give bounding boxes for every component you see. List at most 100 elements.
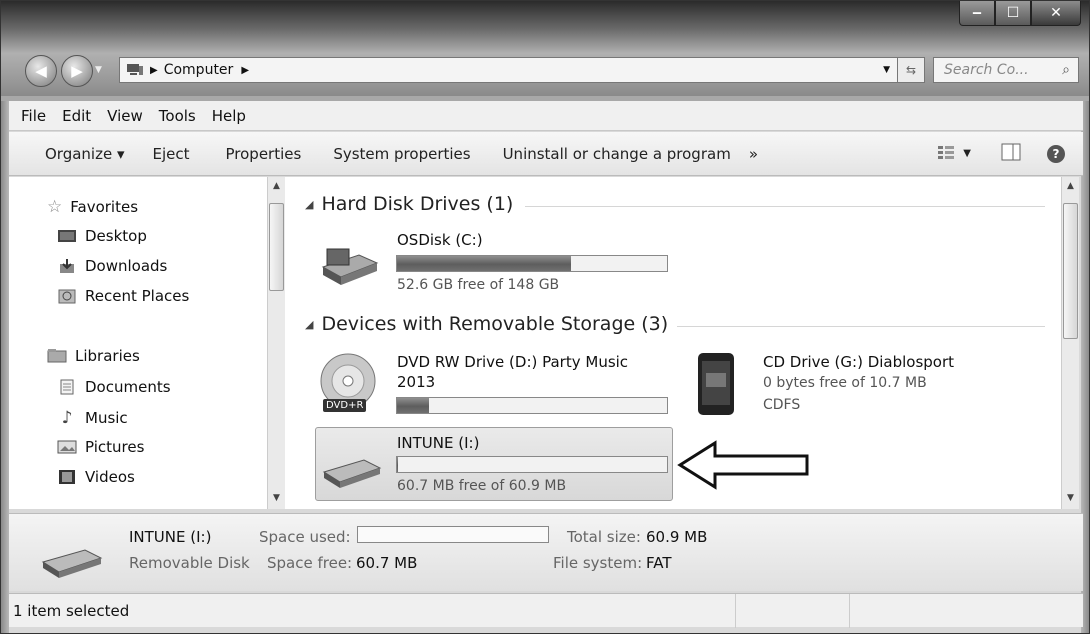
drive-name: DVD RW Drive (D:) Party Music [397,353,629,371]
change-view-button[interactable]: ▼ [937,144,971,164]
sidebar-item-label: Videos [85,468,135,486]
eject-button[interactable]: Eject [137,145,202,163]
scroll-down-arrow-icon[interactable]: ▼ [268,493,285,503]
organize-button[interactable]: Organize ▾ [9,145,137,163]
details-drive-name: INTUNE (I:) [129,528,212,546]
scrollbar-thumb[interactable] [269,203,284,291]
file-system-value: FAT [646,554,672,572]
back-arrow-icon: ◀ [35,62,47,80]
sidebar-item-label: Documents [85,378,171,396]
refresh-button[interactable]: ⇆ [897,57,925,83]
sidebar-item-music[interactable]: ♪ Music [57,408,128,428]
address-dropdown-icon[interactable]: ▼ [883,65,890,75]
content-scrollbar[interactable]: ▲ ▼ [1061,177,1079,509]
drive-cd[interactable]: CD Drive (G:) Diablosport 0 bytes free o… [693,347,1043,421]
removable-drive-icon [39,540,105,584]
menu-edit[interactable]: Edit [62,107,91,125]
recent-places-icon [57,288,77,304]
sidebar-item-desktop[interactable]: Desktop [57,227,147,245]
navigation-pane: ☆ Favorites Desktop Downloads Recent Pla… [9,177,267,509]
annotation-arrow-icon [677,439,813,495]
space-free-label: Space free: [267,554,353,572]
scrollbar-thumb[interactable] [1063,203,1078,339]
preview-pane-button[interactable] [1001,143,1021,165]
maximize-button[interactable]: ☐ [995,1,1031,26]
scroll-down-arrow-icon[interactable]: ▼ [1062,493,1079,503]
status-bar: 1 item selected [9,593,1083,628]
drive-usage-bar [396,456,668,473]
collapse-triangle-icon: ◢ [305,197,314,211]
videos-icon [57,469,77,485]
breadcrumb-chevron-icon[interactable]: ▶ [241,65,249,76]
title-bar: ‒ ☐ ✕ ◀ ▶ ▼ ▶ Computer ▶ ▼ ⇆ Search Co..… [1,1,1089,96]
sidebar-item-videos[interactable]: Videos [57,468,135,486]
drive-usage-fill [397,256,572,271]
drive-osdisk[interactable]: OSDisk (C:) 52.6 GB free of 148 GB [315,225,675,295]
drive-free-space: 52.6 GB free of 148 GB [397,277,560,293]
search-input[interactable]: Search Co... ⌕ [933,57,1079,83]
minimize-button[interactable]: ‒ [959,1,995,26]
address-bar[interactable]: ▶ Computer ▶ ▼ [119,57,925,83]
search-icon: ⌕ [1062,62,1070,78]
menu-view[interactable]: View [107,107,143,125]
file-system-label: File system: [553,554,643,572]
drive-free-space: 60.7 MB free of 60.9 MB [397,478,567,494]
command-bar: Organize ▾ Eject Properties System prope… [9,132,1083,176]
properties-button[interactable]: Properties [202,145,314,163]
help-button[interactable]: ? [1047,144,1065,163]
group-hard-disk-drives[interactable]: ◢ Hard Disk Drives (1) [305,193,513,215]
sidebar-libraries[interactable]: Libraries [47,347,140,365]
drive-dvd-rw[interactable]: DVD+R DVD RW Drive (D:) Party Music 2013 [315,347,675,421]
details-drive-type: Removable Disk [129,554,250,572]
drive-intune-selected[interactable]: INTUNE (I:) 60.7 MB free of 60.9 MB [315,427,673,501]
navigation-pane-scrollbar[interactable]: ▲ ▼ [267,177,285,509]
group-removable-storage[interactable]: ◢ Devices with Removable Storage (3) [305,313,668,335]
menu-file[interactable]: File [21,107,46,125]
sidebar-item-label: Downloads [85,257,168,275]
drive-usage-fill [397,398,430,413]
forward-button[interactable]: ▶ [61,55,93,87]
uninstall-program-button[interactable]: Uninstall or change a program [483,145,743,163]
caption-buttons: ‒ ☐ ✕ [959,1,1081,26]
breadcrumb-computer[interactable]: Computer [164,62,234,78]
drive-name: CD Drive (G:) Diablosport [763,353,955,371]
refresh-icon: ⇆ [905,63,917,77]
status-text: 1 item selected [13,601,130,620]
sidebar-favorites[interactable]: ☆ Favorites [47,197,138,217]
preview-pane-icon [1001,143,1021,165]
sidebar-item-downloads[interactable]: Downloads [57,257,167,275]
view-dropdown-chevron-icon: ▼ [963,148,971,159]
sidebar-item-recent-places[interactable]: Recent Places [57,287,189,305]
total-size-label: Total size: [567,528,641,546]
drive-free-space: 0 bytes free of 10.7 MB [763,375,927,391]
close-button[interactable]: ✕ [1031,1,1081,26]
drive-name-line2: 2013 [397,373,436,391]
sidebar-libraries-label: Libraries [75,347,140,365]
menu-tools[interactable]: Tools [159,107,196,125]
sidebar-item-pictures[interactable]: Pictures [57,438,144,456]
search-placeholder: Search Co... [944,62,1029,78]
window-frame-left [1,96,9,633]
sidebar-item-label: Music [85,409,128,427]
pictures-icon [57,439,77,455]
scroll-up-arrow-icon[interactable]: ▲ [268,181,285,191]
breadcrumb-separator-icon[interactable]: ▶ [150,65,158,76]
space-free-value: 60.7 MB [356,554,418,572]
more-commands-button[interactable]: » [743,145,770,163]
collapse-triangle-icon: ◢ [305,317,314,331]
system-properties-button[interactable]: System properties [313,145,482,163]
group-header-label: Hard Disk Drives (1) [321,193,514,215]
back-button[interactable]: ◀ [25,55,57,87]
sidebar-item-label: Desktop [85,227,147,245]
details-pane: INTUNE (I:) Removable Disk Space used: S… [9,513,1083,591]
sidebar-item-documents[interactable]: Documents [57,378,171,396]
group-divider [525,206,1045,207]
recent-pages-chevron-icon[interactable]: ▼ [95,65,102,75]
drive-name: OSDisk (C:) [397,231,483,249]
sidebar-item-label: Recent Places [85,287,190,305]
drive-file-system: CDFS [763,397,801,413]
drive-usage-fill [397,457,398,472]
scroll-up-arrow-icon[interactable]: ▲ [1062,181,1079,191]
computer-icon [126,63,144,77]
menu-help[interactable]: Help [212,107,246,125]
